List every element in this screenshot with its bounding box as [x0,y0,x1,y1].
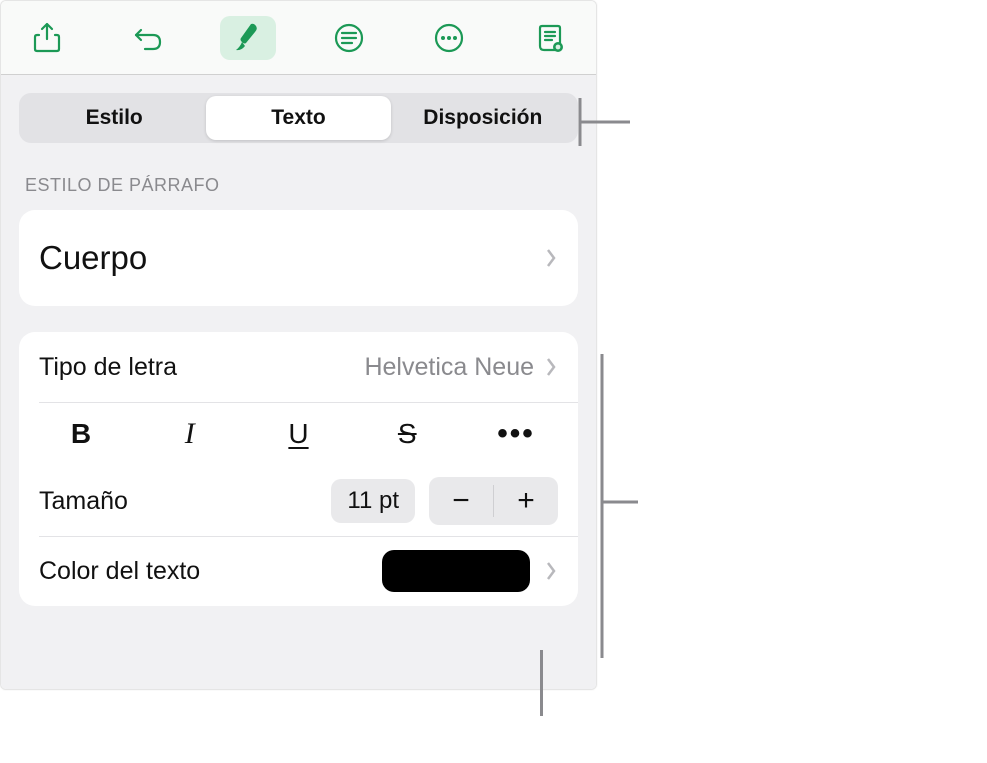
font-row[interactable]: Tipo de letra Helvetica Neue [19,332,578,402]
tab-text[interactable]: Texto [206,96,390,140]
undo-icon [131,21,165,55]
text-color-swatch[interactable] [382,550,530,592]
paragraph-style-row[interactable]: Cuerpo [19,210,578,306]
size-increase-button[interactable]: + [494,477,558,525]
bold-button[interactable]: B [41,412,121,456]
text-color-row[interactable]: Color del texto [19,536,578,606]
italic-button[interactable]: I [150,412,230,456]
size-row: Tamaño 11 pt − + [19,466,578,536]
size-value[interactable]: 11 pt [331,479,415,523]
undo-button[interactable] [120,16,176,60]
tab-layout[interactable]: Disposición [391,96,575,140]
font-label: Tipo de letra [39,353,364,382]
text-color-label: Color del texto [39,557,382,586]
text-format-row: B I U S ••• [19,402,578,466]
share-button[interactable] [19,16,75,60]
more-button[interactable] [421,16,477,60]
format-tabs: Estilo Texto Disposición [19,93,578,143]
paragraph-style-value: Cuerpo [39,239,544,277]
reading-view-icon [533,21,567,55]
text-settings-icon [332,21,366,55]
reading-view-button[interactable] [522,16,578,60]
panel-body: Estilo Texto Disposición Estilo de párra… [1,75,596,689]
strikethrough-button[interactable]: S [367,412,447,456]
chevron-right-icon [544,355,558,379]
underline-button[interactable]: U [259,412,339,456]
toolbar [1,1,596,75]
size-label: Tamaño [39,487,331,516]
text-properties-card: Tipo de letra Helvetica Neue B I U S •••… [19,332,578,606]
format-brush-icon [231,21,265,55]
chevron-right-icon [544,559,558,583]
callout-line [600,352,640,662]
size-decrease-button[interactable]: − [429,477,493,525]
paragraph-style-header: Estilo de párrafo [19,175,578,196]
format-panel: Estilo Texto Disposición Estilo de párra… [0,0,597,690]
outline-button[interactable] [321,16,377,60]
chevron-right-icon [544,246,558,270]
share-icon [30,21,64,55]
size-stepper: − + [429,477,558,525]
more-icon [432,21,466,55]
paragraph-style-card: Cuerpo [19,210,578,306]
font-value: Helvetica Neue [364,353,534,382]
format-button[interactable] [220,16,276,60]
tab-style[interactable]: Estilo [22,96,206,140]
more-format-button[interactable]: ••• [476,412,556,456]
